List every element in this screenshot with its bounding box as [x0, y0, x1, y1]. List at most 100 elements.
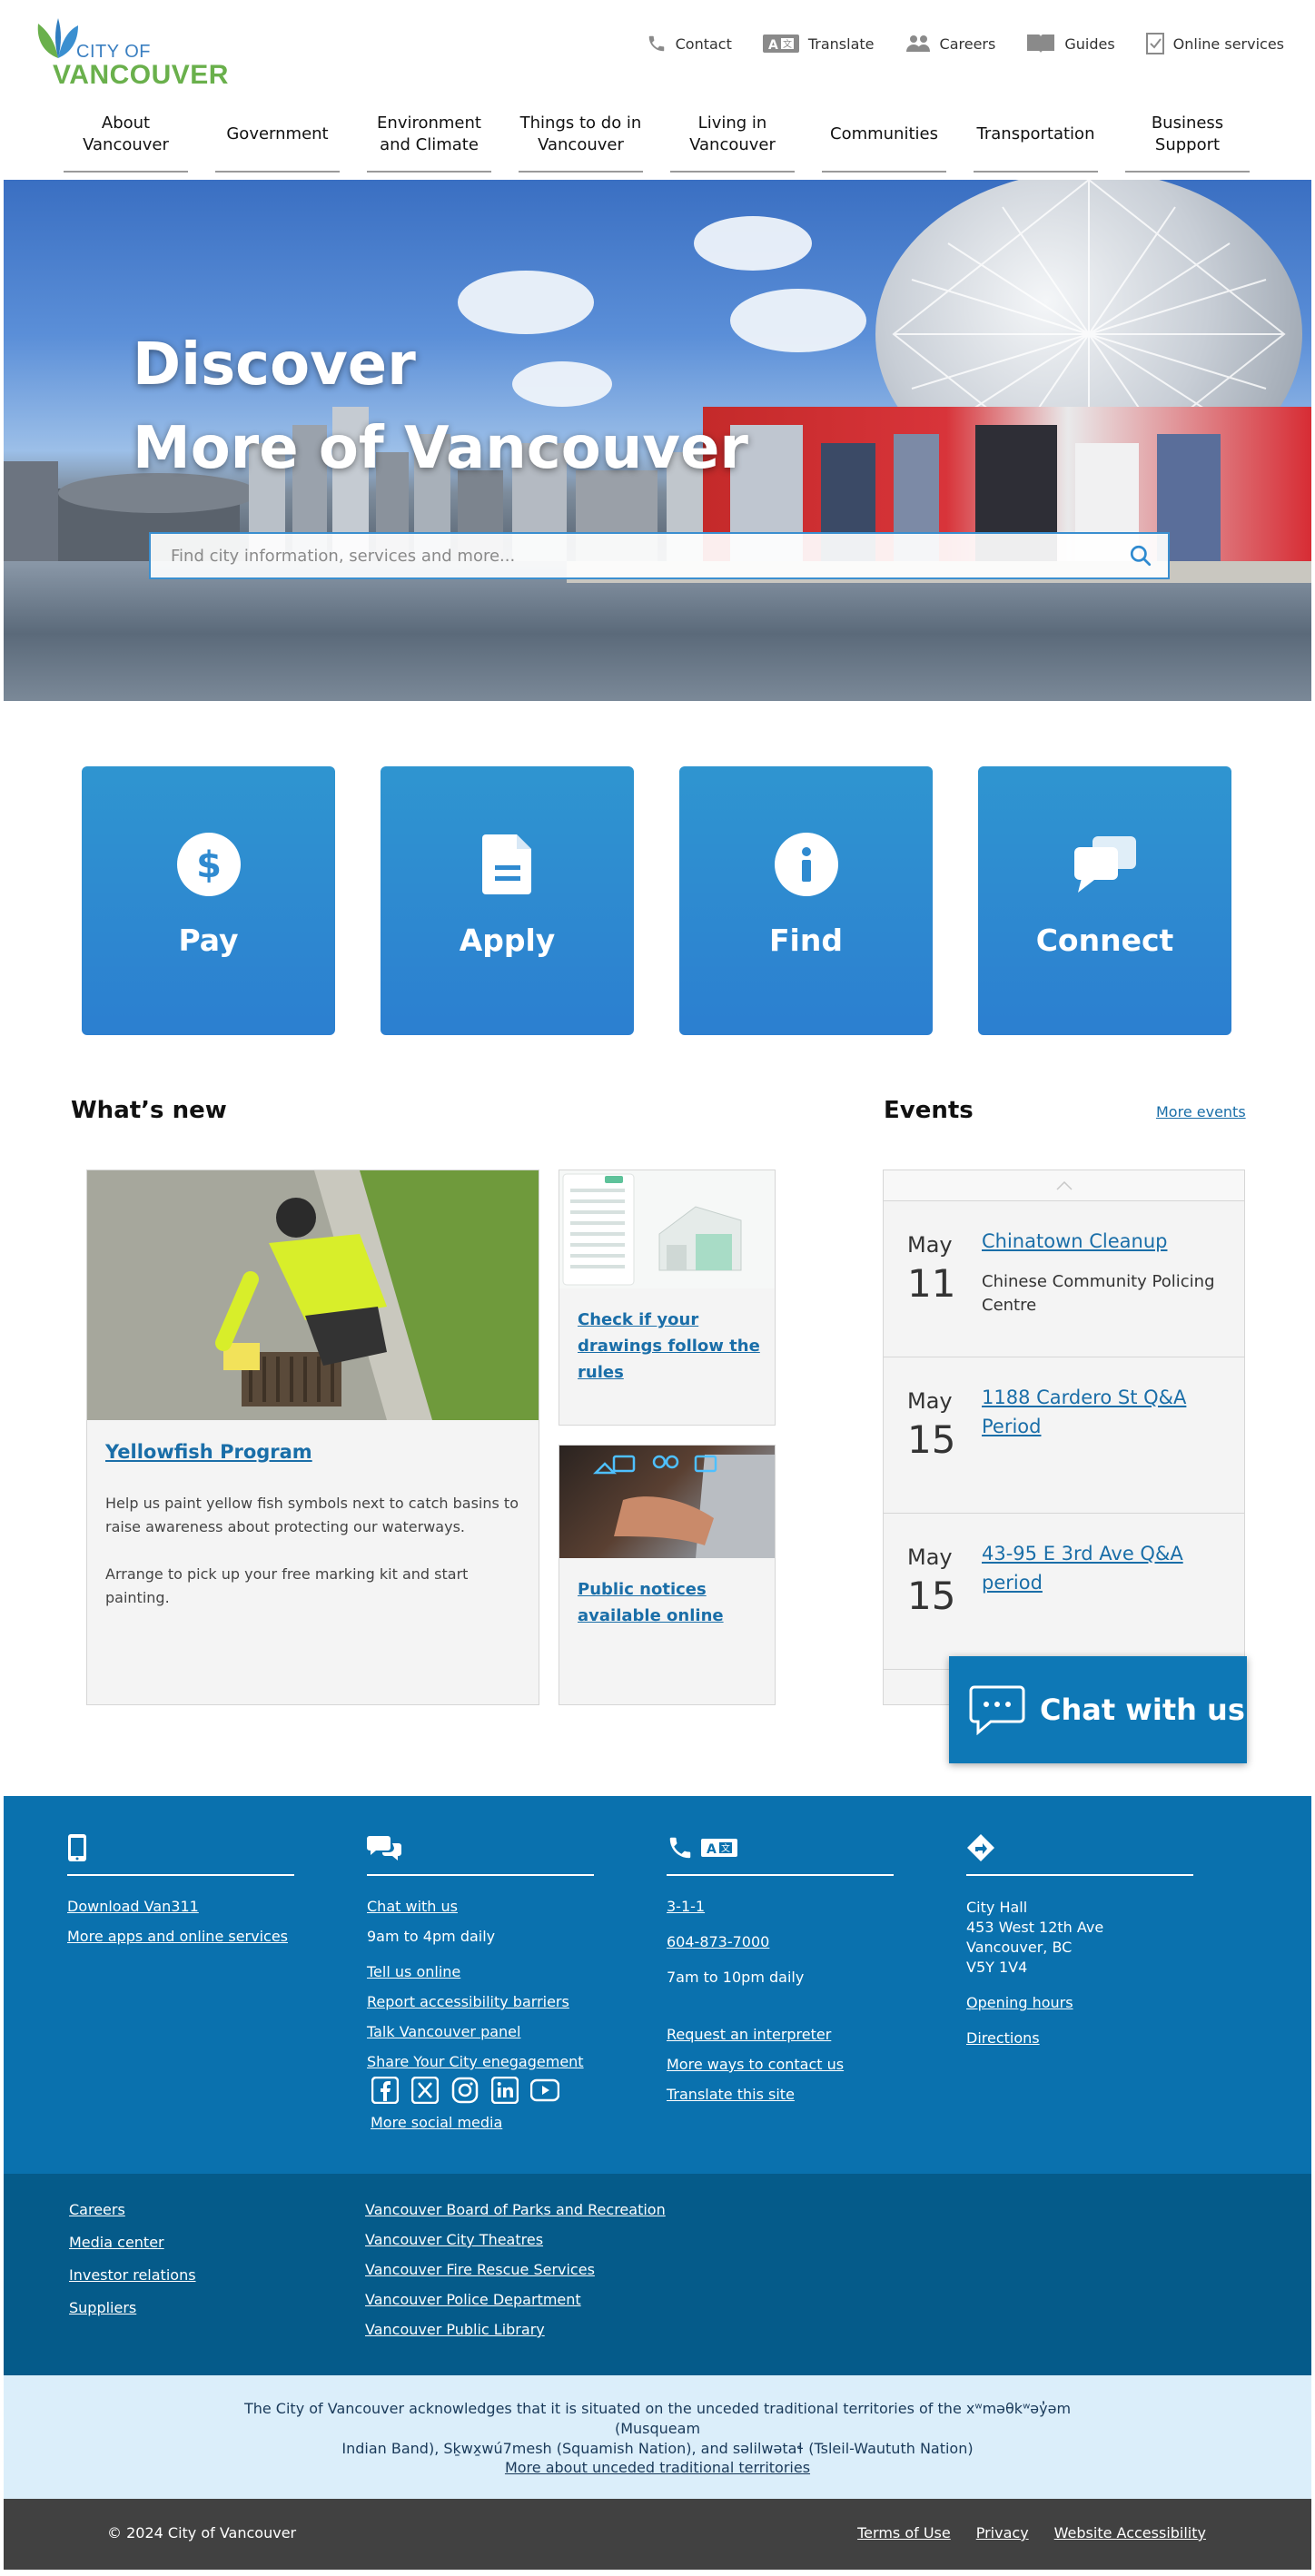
- laptop-illustration: [592, 1455, 775, 1558]
- svg-text:A: A: [707, 1842, 717, 1857]
- nav-environment-climate[interactable]: Environment and Climate: [367, 107, 491, 173]
- yellowfish-link[interactable]: Yellowfish Program: [105, 1441, 312, 1463]
- nav-about-vancouver[interactable]: About Vancouver: [64, 107, 188, 173]
- utility-careers-label: Careers: [939, 35, 996, 53]
- event-month: May: [907, 1232, 953, 1258]
- police-link[interactable]: Vancouver Police Department: [365, 2291, 666, 2308]
- more-ways-contact-link[interactable]: More ways to contact us: [667, 2056, 894, 2073]
- event-title-link[interactable]: 43-95 E 3rd Ave Q&A period: [982, 1539, 1227, 1597]
- yellowfish-desc-p2: Arrange to pick up your free marking kit…: [105, 1565, 469, 1606]
- x-twitter-icon[interactable]: [410, 2076, 440, 2105]
- people-icon: [905, 35, 930, 52]
- tile-apply[interactable]: Apply: [381, 766, 634, 1035]
- search-input[interactable]: [151, 534, 1113, 577]
- instagram-icon[interactable]: [450, 2076, 480, 2105]
- careers-link[interactable]: Careers: [69, 2201, 196, 2218]
- utility-contact[interactable]: Contact: [647, 34, 732, 54]
- hero-title-line1: Discover: [133, 331, 416, 399]
- call-311-link[interactable]: 3-1-1: [667, 1898, 894, 1915]
- utility-careers[interactable]: Careers: [905, 34, 996, 54]
- directions-link[interactable]: Directions: [966, 2029, 1193, 2047]
- share-your-city-link[interactable]: Share Your City enegagement: [367, 2053, 594, 2070]
- phone-icon: [648, 35, 664, 52]
- youtube-icon[interactable]: [530, 2076, 559, 2105]
- chat-icon: [969, 1685, 1025, 1735]
- footer-corporate-links: Careers Media center Investor relations …: [69, 2201, 196, 2332]
- translate-site-link[interactable]: Translate this site: [667, 2086, 894, 2103]
- tile-connect[interactable]: Connect: [978, 766, 1231, 1035]
- suppliers-link[interactable]: Suppliers: [69, 2299, 196, 2316]
- utility-online-services-label: Online services: [1172, 35, 1284, 53]
- phone-number-link[interactable]: 604-873-7000: [667, 1933, 894, 1950]
- tile-pay[interactable]: $ Pay: [82, 766, 335, 1035]
- fire-rescue-link[interactable]: Vancouver Fire Rescue Services: [365, 2261, 666, 2278]
- website-accessibility-link[interactable]: Website Accessibility: [1054, 2524, 1206, 2541]
- drawings-link[interactable]: Check if your drawings follow the rules: [578, 1307, 760, 1386]
- nav-living-in-vancouver[interactable]: Living in Vancouver: [670, 107, 795, 173]
- city-logo[interactable]: CITY OF VANCOUVER: [31, 16, 228, 90]
- tile-pay-label: Pay: [178, 923, 239, 958]
- nav-label: Transportation: [976, 124, 1095, 143]
- city-hall-address: City Hall 453 West 12th Ave Vancouver, B…: [966, 1898, 1193, 1978]
- linkedin-icon[interactable]: [490, 2076, 519, 2105]
- footer-chat-link[interactable]: Chat with us: [367, 1898, 594, 1915]
- privacy-link[interactable]: Privacy: [976, 2524, 1029, 2541]
- nav-communities[interactable]: Communities: [822, 107, 946, 173]
- event-day: 15: [907, 1417, 956, 1462]
- whats-new-heading: What’s new: [71, 1097, 227, 1124]
- tell-us-online-link[interactable]: Tell us online: [367, 1963, 594, 1980]
- hero-title: Discover More of Vancouver: [133, 323, 748, 490]
- more-events-link[interactable]: More events: [1156, 1103, 1246, 1120]
- utility-nav: Contact A文 Translate Careers Guides Onli…: [647, 33, 1284, 54]
- footer-col-phone: A文 3-1-1 604-873-7000 7am to 10pm daily …: [667, 1832, 894, 2116]
- utility-online-services[interactable]: Online services: [1145, 33, 1284, 54]
- event-title-link[interactable]: 1188 Cardero St Q&A Period: [982, 1383, 1227, 1441]
- download-van311-link[interactable]: Download Van311: [67, 1898, 294, 1915]
- parks-board-link[interactable]: Vancouver Board of Parks and Recreation: [365, 2201, 666, 2218]
- nav-things-to-do[interactable]: Things to do in Vancouver: [519, 107, 643, 173]
- unceded-territories-link[interactable]: More about unceded traditional territori…: [505, 2459, 810, 2476]
- public-library-link[interactable]: Vancouver Public Library: [365, 2321, 666, 2338]
- utility-contact-label: Contact: [675, 35, 732, 53]
- tile-connect-label: Connect: [1035, 923, 1174, 958]
- nav-government[interactable]: Government: [215, 107, 340, 173]
- more-apps-link[interactable]: More apps and online services: [67, 1928, 294, 1945]
- footer-col-apps: Download Van311 More apps and online ser…: [67, 1832, 294, 1958]
- nav-label: Business: [1151, 114, 1224, 133]
- more-social-media-link[interactable]: More social media: [371, 2114, 594, 2131]
- events-scroll-up[interactable]: [884, 1170, 1244, 1201]
- chat-hours: 9am to 4pm daily: [367, 1928, 496, 1945]
- report-barriers-link[interactable]: Report accessibility barriers: [367, 1993, 594, 2010]
- investor-relations-link[interactable]: Investor relations: [69, 2266, 196, 2284]
- public-notices-link[interactable]: Public notices available online: [578, 1576, 724, 1629]
- event-day: 11: [907, 1261, 956, 1306]
- yellowfish-illustration: [87, 1170, 539, 1420]
- news-card-public-notices[interactable]: Public notices available online: [559, 1445, 776, 1705]
- book-icon: [1027, 35, 1055, 54]
- media-center-link[interactable]: Media center: [69, 2234, 196, 2251]
- terms-of-use-link[interactable]: Terms of Use: [857, 2524, 951, 2541]
- opening-hours-link[interactable]: Opening hours: [966, 1994, 1193, 2011]
- talk-vancouver-link[interactable]: Talk Vancouver panel: [367, 2023, 594, 2040]
- search-button[interactable]: [1113, 534, 1168, 577]
- chat-with-us-button[interactable]: Chat with us: [949, 1656, 1247, 1763]
- tile-find[interactable]: Find: [679, 766, 933, 1035]
- footer-divider: [367, 1874, 594, 1876]
- facebook-icon[interactable]: [371, 2076, 400, 2105]
- request-interpreter-link[interactable]: Request an interpreter: [667, 2026, 894, 2043]
- nav-transportation[interactable]: Transportation: [974, 107, 1098, 173]
- yellowfish-photo: [87, 1170, 539, 1420]
- news-card-drawings[interactable]: Check if your drawings follow the rules: [559, 1170, 776, 1426]
- nav-business-support[interactable]: Business Support: [1125, 107, 1250, 173]
- news-card-yellowfish[interactable]: Yellowfish Program Help us paint yellow …: [86, 1170, 539, 1705]
- drawings-illustration: [559, 1170, 775, 1288]
- svg-text:文: 文: [783, 38, 792, 50]
- event-title-link[interactable]: Chinatown Cleanup: [982, 1227, 1227, 1256]
- utility-translate[interactable]: A文 Translate: [762, 33, 875, 54]
- event-month: May: [907, 1388, 953, 1414]
- utility-guides[interactable]: Guides: [1026, 33, 1115, 54]
- site-search: [149, 532, 1170, 579]
- nav-label: and Climate: [380, 135, 479, 154]
- drawings-link-line: rules: [578, 1363, 624, 1382]
- city-theatres-link[interactable]: Vancouver City Theatres: [365, 2231, 666, 2248]
